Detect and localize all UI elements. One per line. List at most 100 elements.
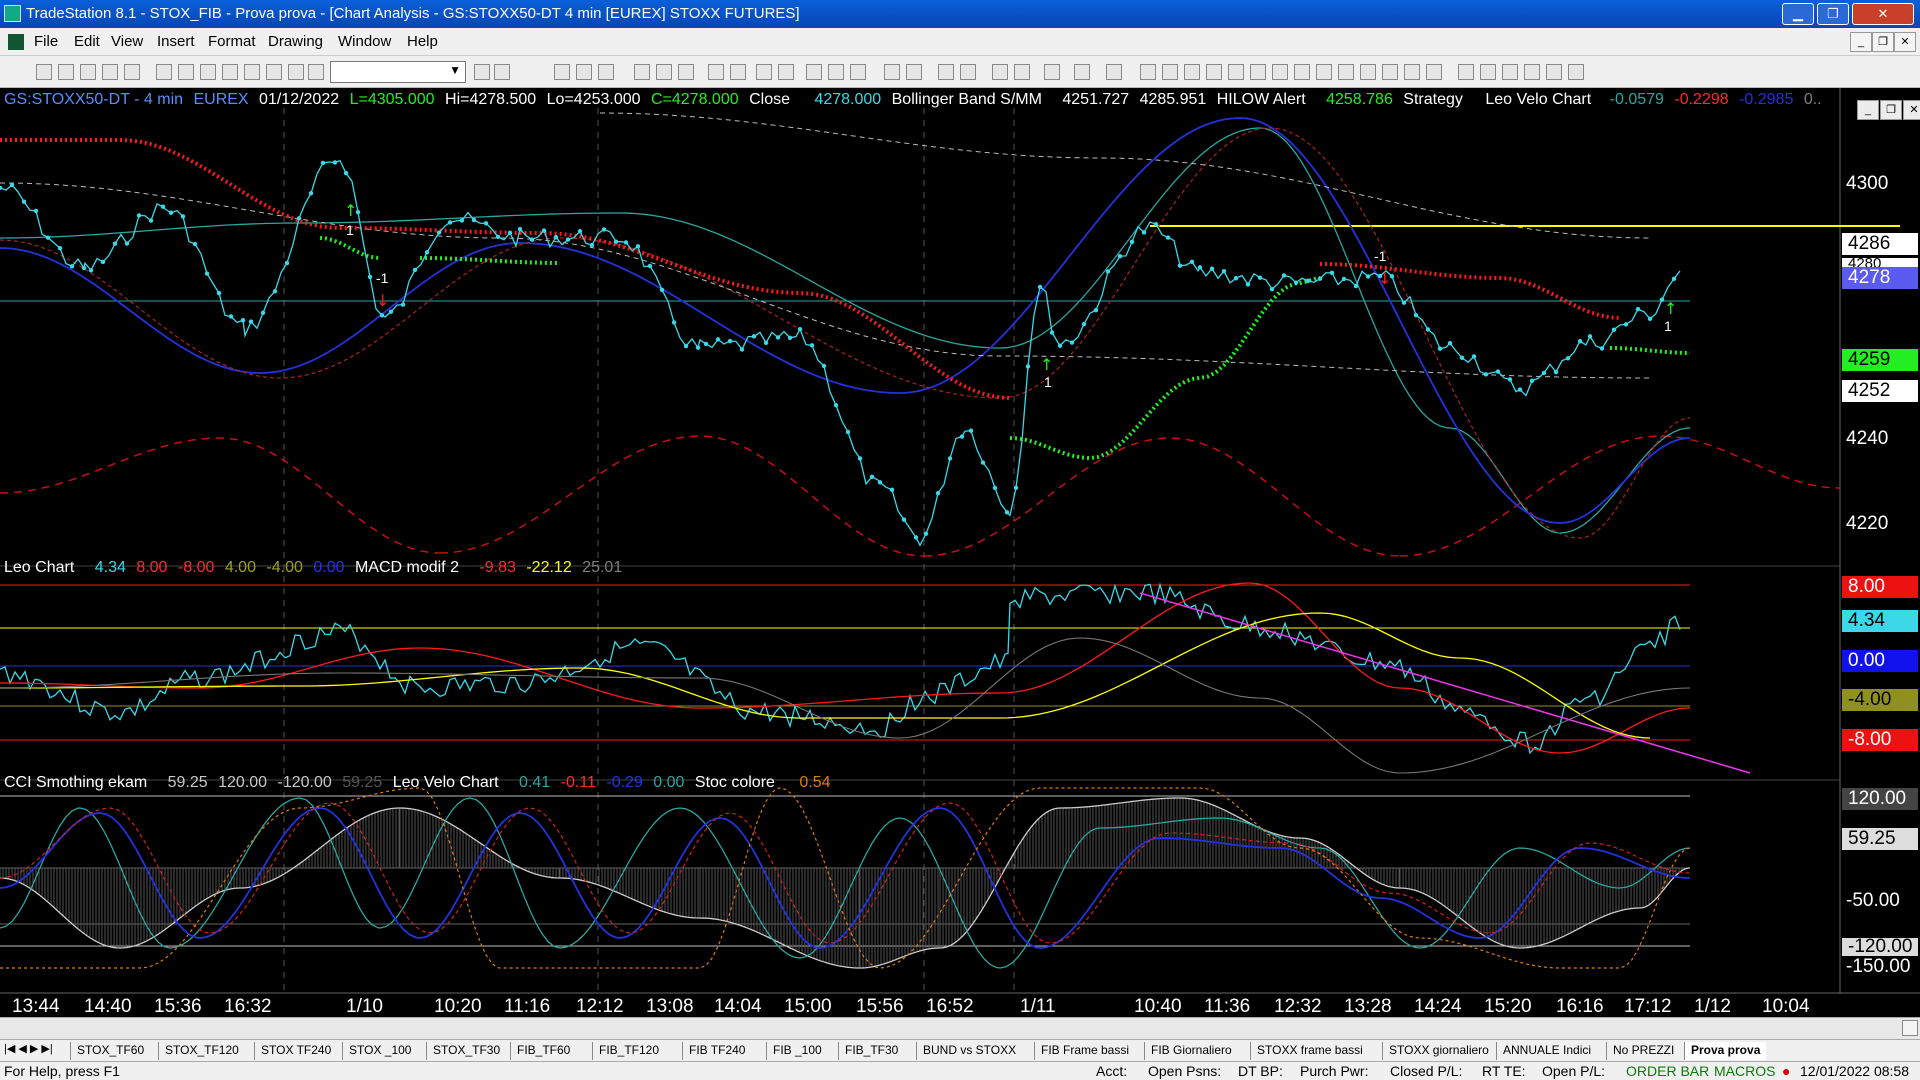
- chart-window[interactable]: ↑ ↓ ↑ ↓ ↑ GS:STOXX50-DT - 4 min EUREX 01/12/…: [0, 88, 1920, 1041]
- tab-15[interactable]: ANNUALE Indici: [1496, 1042, 1597, 1060]
- workspace-icon[interactable]: [124, 64, 140, 80]
- shapes-icon[interactable]: [266, 64, 282, 80]
- chart-restore-button[interactable]: ❐: [1880, 100, 1902, 120]
- text-tool-icon[interactable]: [1568, 64, 1584, 80]
- scroll-right-button[interactable]: [1902, 1020, 1918, 1036]
- radar-icon[interactable]: [576, 64, 592, 80]
- fib-speed-icon[interactable]: [1294, 64, 1310, 80]
- fib-time-icon[interactable]: [1360, 64, 1376, 80]
- trendline-icon[interactable]: [1140, 64, 1156, 80]
- wrench-icon[interactable]: [1044, 64, 1060, 80]
- chart-canvas[interactable]: ↑ ↓ ↑ ↓ ↑: [0, 88, 1920, 1018]
- zoom-in-axis-icon[interactable]: [906, 64, 922, 80]
- gann-icon[interactable]: [1228, 64, 1244, 80]
- tab-17[interactable]: Prova prova: [1684, 1042, 1767, 1060]
- mdi-minimize-button[interactable]: _: [1850, 32, 1872, 52]
- zoom-in-icon[interactable]: [938, 64, 954, 80]
- tab-13[interactable]: STOXX frame bassi: [1250, 1042, 1369, 1060]
- arrow-up-icon[interactable]: [1502, 64, 1518, 80]
- chart-icon[interactable]: [554, 64, 570, 80]
- news-icon[interactable]: [678, 64, 694, 80]
- order-bar-button[interactable]: ORDER BAR: [1626, 1063, 1709, 1079]
- chart-minimize-button[interactable]: _: [1857, 100, 1879, 120]
- menu-view[interactable]: View: [111, 33, 143, 50]
- regression-icon[interactable]: [1272, 64, 1288, 80]
- options-icon[interactable]: [656, 64, 672, 80]
- hline-icon[interactable]: [1206, 64, 1222, 80]
- new-icon[interactable]: [36, 64, 52, 80]
- minimize-button[interactable]: ▁: [1782, 3, 1814, 25]
- matrix-icon[interactable]: [598, 64, 614, 80]
- menu-file[interactable]: File: [34, 33, 58, 50]
- mdi-close-button[interactable]: ✕: [1894, 32, 1916, 52]
- restore-button[interactable]: ❐: [1817, 3, 1849, 25]
- scanner-icon[interactable]: [634, 64, 650, 80]
- tab-12[interactable]: FIB Giornaliero: [1144, 1042, 1238, 1060]
- tab-0[interactable]: STOX_TF60: [70, 1042, 150, 1060]
- tab-4[interactable]: STOX_TF30: [426, 1042, 506, 1060]
- search-icon[interactable]: [494, 64, 510, 80]
- menu-help[interactable]: Help: [407, 33, 438, 50]
- orders-icon[interactable]: [708, 64, 724, 80]
- macros-button[interactable]: MACROS: [1714, 1063, 1775, 1079]
- cut-icon[interactable]: [200, 64, 216, 80]
- close-button[interactable]: ✕: [1852, 3, 1914, 25]
- hide-icon[interactable]: [1106, 64, 1122, 80]
- symbol-dropdown[interactable]: ▼: [330, 61, 466, 83]
- play-icon[interactable]: [474, 64, 490, 80]
- tab-1[interactable]: STOX_TF120: [158, 1042, 245, 1060]
- tab-14[interactable]: STOXX giornaliero: [1382, 1042, 1495, 1060]
- format-icon[interactable]: [1074, 64, 1090, 80]
- save-icon[interactable]: [80, 64, 96, 80]
- pointer-icon[interactable]: [992, 64, 1008, 80]
- tab-nav-icons[interactable]: |◀ ◀ ▶ ▶|: [4, 1042, 53, 1055]
- angle-icon[interactable]: [1250, 64, 1266, 80]
- horizontal-scrollbar[interactable]: [0, 1017, 1920, 1039]
- mdi-restore-button[interactable]: ❐: [1872, 32, 1894, 52]
- menu-drawing[interactable]: Drawing: [268, 33, 323, 50]
- rectangle-icon[interactable]: [1546, 64, 1562, 80]
- tab-16[interactable]: No PREZZI: [1606, 1042, 1680, 1060]
- fib-fan-icon[interactable]: [1316, 64, 1332, 80]
- zoom-out-axis-icon[interactable]: [884, 64, 900, 80]
- lock-icon[interactable]: [244, 64, 260, 80]
- palette-icon[interactable]: [288, 64, 304, 80]
- print-preview-icon[interactable]: [156, 64, 172, 80]
- tools-icon[interactable]: [308, 64, 324, 80]
- ellipse-icon[interactable]: [1524, 64, 1540, 80]
- strategy-icon[interactable]: [778, 64, 794, 80]
- accounts-icon[interactable]: [730, 64, 746, 80]
- tab-3[interactable]: STOX _100: [342, 1042, 417, 1060]
- open-icon[interactable]: [58, 64, 74, 80]
- channel-icon[interactable]: [1162, 64, 1178, 80]
- tab-10[interactable]: BUND vs STOXX: [916, 1042, 1022, 1060]
- tab-8[interactable]: FIB _100: [766, 1042, 828, 1060]
- bar-icon[interactable]: [828, 64, 844, 80]
- copy-icon[interactable]: [222, 64, 238, 80]
- tab-2[interactable]: STOX TF240: [254, 1042, 337, 1060]
- candle-icon[interactable]: [806, 64, 822, 80]
- tab-5[interactable]: FIB_TF60: [510, 1042, 576, 1060]
- arc-icon[interactable]: [1382, 64, 1398, 80]
- save-all-icon[interactable]: [102, 64, 118, 80]
- menu-insert[interactable]: Insert: [157, 33, 195, 50]
- tab-9[interactable]: FIB_TF30: [838, 1042, 904, 1060]
- cycle-icon[interactable]: [1404, 64, 1420, 80]
- tab-7[interactable]: FIB TF240: [682, 1042, 751, 1060]
- line-icon[interactable]: [850, 64, 866, 80]
- insert-study-icon[interactable]: [756, 64, 772, 80]
- pen-icon[interactable]: [1426, 64, 1442, 80]
- fib-lines-icon[interactable]: [1184, 64, 1200, 80]
- menu-edit[interactable]: Edit: [74, 33, 100, 50]
- menu-format[interactable]: Format: [208, 33, 256, 50]
- chart-close-button[interactable]: ✕: [1903, 100, 1920, 120]
- data-tips-icon[interactable]: [1014, 64, 1030, 80]
- tab-6[interactable]: FIB_TF120: [592, 1042, 665, 1060]
- arrow-lr-icon[interactable]: [1338, 64, 1354, 80]
- arc2-icon[interactable]: [1458, 64, 1474, 80]
- zoom-out-icon[interactable]: [960, 64, 976, 80]
- menu-window[interactable]: Window: [338, 33, 391, 50]
- arrow-down-icon[interactable]: [1480, 64, 1496, 80]
- tab-11[interactable]: FIB Frame bassi: [1034, 1042, 1135, 1060]
- print-icon[interactable]: [178, 64, 194, 80]
